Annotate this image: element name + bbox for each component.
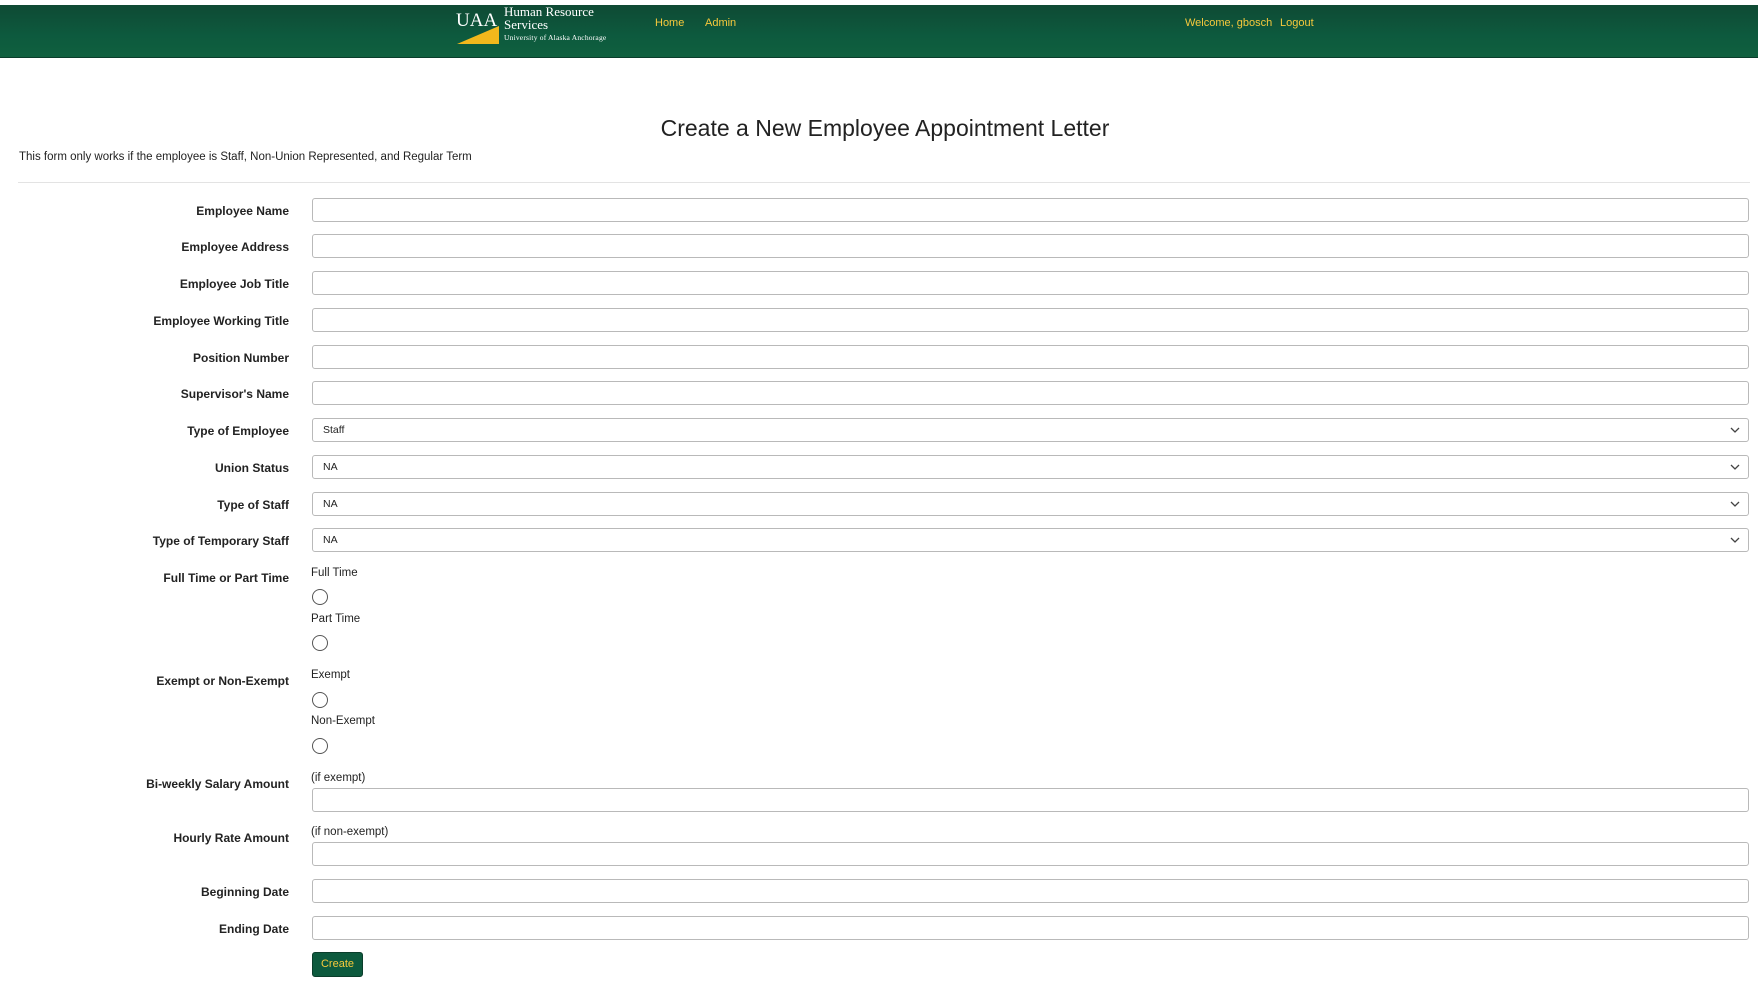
exempt-option-label: Exempt <box>311 669 350 681</box>
type-of-employee-select[interactable]: Staff <box>312 418 1749 442</box>
full-or-part-time-label: Full Time or Part Time <box>163 571 289 585</box>
employee-address-input[interactable] <box>312 234 1749 258</box>
logout-link[interactable]: Logout <box>1280 17 1314 29</box>
biweekly-salary-hint: (if exempt) <box>311 772 366 784</box>
hourly-rate-input[interactable] <box>312 842 1749 866</box>
ending-date-label: Ending Date <box>218 922 289 936</box>
uaa-logo-text: UAA <box>456 10 497 31</box>
union-status-label: Union Status <box>215 461 289 475</box>
hourly-rate-label: Hourly Rate Amount <box>173 831 289 845</box>
supervisor-name-label: Supervisor's Name <box>180 387 289 401</box>
navbar: UAA Human Resource Services University o… <box>0 5 1758 58</box>
exempt-status-label: Exempt or Non-Exempt <box>156 674 289 688</box>
brand-line-2: Services <box>504 17 549 32</box>
hourly-rate-hint: (if non-exempt) <box>311 826 389 838</box>
create-button[interactable]: Create <box>312 952 363 977</box>
non-exempt-radio[interactable] <box>312 738 328 754</box>
supervisor-name-input[interactable] <box>312 381 1749 405</box>
full-time-option-label: Full Time <box>311 567 358 579</box>
chevron-down-icon <box>1730 464 1740 470</box>
type-of-temporary-staff-select[interactable]: NA <box>312 528 1749 552</box>
biweekly-salary-label: Bi-weekly Salary Amount <box>146 777 289 791</box>
beginning-date-input[interactable] <box>312 879 1749 903</box>
part-time-option-label: Part Time <box>311 613 361 625</box>
full-time-radio[interactable] <box>312 589 328 605</box>
type-of-staff-label: Type of Staff <box>217 498 289 512</box>
employee-working-title-input[interactable] <box>312 308 1749 332</box>
biweekly-salary-input[interactable] <box>312 788 1749 812</box>
nav-admin-link[interactable]: Admin <box>705 17 736 29</box>
position-number-input[interactable] <box>312 345 1749 369</box>
employee-name-input[interactable] <box>312 198 1749 222</box>
employee-job-title-label: Employee Job Title <box>179 277 289 291</box>
type-of-employee-label: Type of Employee <box>187 424 289 438</box>
employee-name-label: Employee Name <box>196 204 289 218</box>
type-of-staff-value: NA <box>323 498 338 510</box>
employee-address-label: Employee Address <box>181 240 289 254</box>
ending-date-input[interactable] <box>312 916 1749 940</box>
position-number-label: Position Number <box>192 351 289 365</box>
brand-logo[interactable]: UAA Human Resource Services University o… <box>455 5 638 45</box>
exempt-radio[interactable] <box>312 692 328 708</box>
form-notice: This form only works if the employee is … <box>19 151 472 163</box>
part-time-radio[interactable] <box>312 635 328 651</box>
brand-line-3: University of Alaska Anchorage <box>504 33 607 42</box>
nav-home-link[interactable]: Home <box>655 17 684 29</box>
union-status-select[interactable]: NA <box>312 455 1749 479</box>
type-of-temporary-staff-label: Type of Temporary Staff <box>152 534 289 548</box>
employee-working-title-label: Employee Working Title <box>153 314 289 328</box>
divider <box>18 182 1750 183</box>
uaa-logo-icon: UAA <box>456 10 499 44</box>
chevron-down-icon <box>1730 501 1740 507</box>
non-exempt-option-label: Non-Exempt <box>311 715 375 727</box>
type-of-employee-value: Staff <box>323 424 345 436</box>
chevron-down-icon <box>1730 427 1740 433</box>
chevron-down-icon <box>1730 537 1740 543</box>
welcome-text: Welcome, gbosch <box>1185 17 1273 29</box>
type-of-staff-select[interactable]: NA <box>312 492 1749 516</box>
employee-job-title-input[interactable] <box>312 271 1749 295</box>
type-of-temporary-staff-value: NA <box>323 534 338 546</box>
page-title: Create a New Employee Appointment Letter <box>660 115 1110 141</box>
union-status-value: NA <box>323 461 338 473</box>
beginning-date-label: Beginning Date <box>200 885 289 899</box>
